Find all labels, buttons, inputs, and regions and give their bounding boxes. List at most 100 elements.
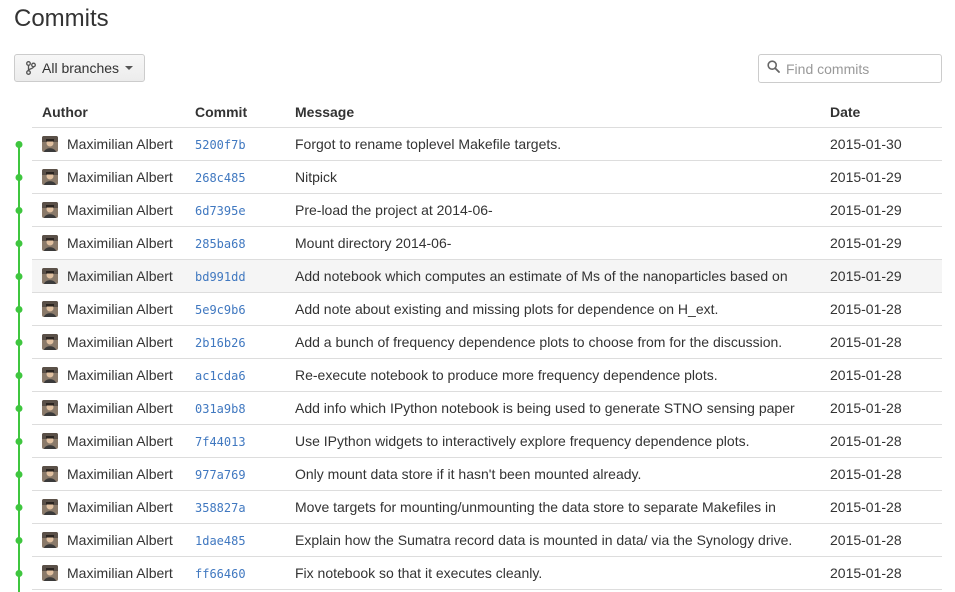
graph-commit-dot bbox=[15, 174, 23, 181]
commit-message[interactable]: Mount directory 2014-06- bbox=[295, 235, 830, 251]
commit-author[interactable]: Maximilian Albert bbox=[32, 136, 195, 152]
commit-author[interactable]: Maximilian Albert bbox=[32, 499, 195, 515]
avatar[interactable] bbox=[42, 433, 58, 449]
graph-commit-dot bbox=[15, 405, 23, 412]
table-row[interactable]: Maximilian Albert bd991dd Add notebook whi… bbox=[32, 260, 942, 293]
avatar[interactable] bbox=[42, 235, 58, 251]
commit-message[interactable]: Add notebook which computes an estimate … bbox=[295, 268, 830, 284]
table-row[interactable]: Maximilian Albert 5e9c9b6 Add note about e… bbox=[32, 293, 942, 326]
author-name[interactable]: Maximilian Albert bbox=[67, 169, 173, 185]
table-header: Author Commit Message Date bbox=[32, 96, 942, 128]
commit-message[interactable]: Add note about existing and missing plot… bbox=[295, 301, 830, 317]
commit-author[interactable]: Maximilian Albert bbox=[32, 400, 195, 416]
avatar[interactable] bbox=[42, 565, 58, 581]
author-name[interactable]: Maximilian Albert bbox=[67, 268, 173, 284]
table-row[interactable]: Maximilian Albert 268c485 Nitpick 2015-01-2… bbox=[32, 161, 942, 194]
commit-message[interactable]: Use IPython widgets to interactively exp… bbox=[295, 433, 830, 449]
graph-commit-dot bbox=[15, 339, 23, 346]
commit-sha-link[interactable]: ff66460 bbox=[195, 567, 246, 581]
commit-sha-link[interactable]: 5e9c9b6 bbox=[195, 303, 246, 317]
table-row[interactable]: Maximilian Albert 5200f7b Forgot to rename… bbox=[32, 128, 942, 161]
avatar[interactable] bbox=[42, 268, 58, 284]
commit-author[interactable]: Maximilian Albert bbox=[32, 532, 195, 548]
commit-date: 2015-01-28 bbox=[830, 466, 902, 482]
avatar[interactable] bbox=[42, 334, 58, 350]
avatar[interactable] bbox=[42, 367, 58, 383]
commit-message[interactable]: Pre-load the project at 2014-06- bbox=[295, 202, 830, 218]
table-row[interactable]: Maximilian Albert ac1cda6 Re-execute noteb… bbox=[32, 359, 942, 392]
commit-sha-link[interactable]: 7f44013 bbox=[195, 435, 246, 449]
table-row[interactable]: Maximilian Albert 285ba68 Mount directory … bbox=[32, 227, 942, 260]
author-name[interactable]: Maximilian Albert bbox=[67, 202, 173, 218]
commit-sha-link[interactable]: 977a769 bbox=[195, 468, 246, 482]
author-name[interactable]: Maximilian Albert bbox=[67, 400, 173, 416]
avatar[interactable] bbox=[42, 136, 58, 152]
author-name[interactable]: Maximilian Albert bbox=[67, 235, 173, 251]
commit-message[interactable]: Only mount data store if it hasn't been … bbox=[295, 466, 830, 482]
commit-author[interactable]: Maximilian Albert bbox=[32, 433, 195, 449]
commit-sha-link[interactable]: 1dae485 bbox=[195, 534, 246, 548]
commit-author[interactable]: Maximilian Albert bbox=[32, 268, 195, 284]
commit-author[interactable]: Maximilian Albert bbox=[32, 202, 195, 218]
author-name[interactable]: Maximilian Albert bbox=[67, 136, 173, 152]
commit-sha-link[interactable]: 358827a bbox=[195, 501, 246, 515]
commit-author[interactable]: Maximilian Albert bbox=[32, 565, 195, 581]
commit-message[interactable]: Re-execute notebook to produce more freq… bbox=[295, 367, 830, 383]
commit-date: 2015-01-28 bbox=[830, 334, 902, 350]
graph-commit-dot bbox=[15, 306, 23, 313]
table-row[interactable]: Maximilian Albert ff66460 Fix notebook so … bbox=[32, 557, 942, 590]
commit-date: 2015-01-29 bbox=[830, 202, 902, 218]
commit-author[interactable]: Maximilian Albert bbox=[32, 466, 195, 482]
commit-sha-link[interactable]: ac1cda6 bbox=[195, 369, 246, 383]
avatar[interactable] bbox=[42, 169, 58, 185]
avatar[interactable] bbox=[42, 532, 58, 548]
commit-date: 2015-01-28 bbox=[830, 499, 902, 515]
find-commits-box[interactable] bbox=[758, 54, 942, 83]
commit-author[interactable]: Maximilian Albert bbox=[32, 169, 195, 185]
author-name[interactable]: Maximilian Albert bbox=[67, 301, 173, 317]
commit-date: 2015-01-28 bbox=[830, 301, 902, 317]
branch-selector-button[interactable]: All branches bbox=[14, 54, 145, 82]
author-name[interactable]: Maximilian Albert bbox=[67, 433, 173, 449]
table-row[interactable]: Maximilian Albert 977a769 Only mount data … bbox=[32, 458, 942, 491]
avatar[interactable] bbox=[42, 400, 58, 416]
commit-sha-link[interactable]: 5200f7b bbox=[195, 138, 246, 152]
commit-date: 2015-01-28 bbox=[830, 400, 902, 416]
table-row[interactable]: Maximilian Albert 2b16b26 Add a bunch of f… bbox=[32, 326, 942, 359]
table-row[interactable]: Maximilian Albert 1dae485 Explain how the … bbox=[32, 524, 942, 557]
find-commits-input[interactable] bbox=[786, 60, 936, 77]
commit-sha-link[interactable]: 031a9b8 bbox=[195, 402, 246, 416]
commit-message[interactable]: Fix notebook so that it executes cleanly… bbox=[295, 565, 830, 581]
author-name[interactable]: Maximilian Albert bbox=[67, 532, 173, 548]
avatar[interactable] bbox=[42, 466, 58, 482]
author-name[interactable]: Maximilian Albert bbox=[67, 466, 173, 482]
commit-sha-link[interactable]: 2b16b26 bbox=[195, 336, 246, 350]
commit-sha-link[interactable]: bd991dd bbox=[195, 270, 246, 284]
commit-message[interactable]: Explain how the Sumatra record data is m… bbox=[295, 532, 830, 548]
commit-sha-link[interactable]: 285ba68 bbox=[195, 237, 246, 251]
table-row[interactable]: Maximilian Albert 7f44013 Use IPython widg… bbox=[32, 425, 942, 458]
commit-author[interactable]: Maximilian Albert bbox=[32, 301, 195, 317]
commit-author[interactable]: Maximilian Albert bbox=[32, 235, 195, 251]
avatar[interactable] bbox=[42, 301, 58, 317]
commit-author[interactable]: Maximilian Albert bbox=[32, 367, 195, 383]
graph-commit-dot bbox=[15, 240, 23, 247]
author-name[interactable]: Maximilian Albert bbox=[67, 334, 173, 350]
avatar[interactable] bbox=[42, 202, 58, 218]
author-name[interactable]: Maximilian Albert bbox=[67, 367, 173, 383]
commit-sha-link[interactable]: 268c485 bbox=[195, 171, 246, 185]
table-row[interactable]: Maximilian Albert 6d7395e Pre-load the pro… bbox=[32, 194, 942, 227]
commit-message[interactable]: Add a bunch of frequency dependence plot… bbox=[295, 334, 830, 350]
commit-author[interactable]: Maximilian Albert bbox=[32, 334, 195, 350]
avatar[interactable] bbox=[42, 499, 58, 515]
commit-sha-link[interactable]: 6d7395e bbox=[195, 204, 246, 218]
commit-message[interactable]: Add info which IPython notebook is being… bbox=[295, 400, 830, 416]
table-row[interactable]: Maximilian Albert 358827a Move targets for… bbox=[32, 491, 942, 524]
commit-message[interactable]: Move targets for mounting/unmounting the… bbox=[295, 499, 830, 515]
commit-message[interactable]: Forgot to rename toplevel Makefile targe… bbox=[295, 136, 830, 152]
author-name[interactable]: Maximilian Albert bbox=[67, 565, 173, 581]
commit-message[interactable]: Nitpick bbox=[295, 169, 830, 185]
commits-page: Commits All branches Author Commit bbox=[0, 0, 955, 592]
author-name[interactable]: Maximilian Albert bbox=[67, 499, 173, 515]
table-row[interactable]: Maximilian Albert 031a9b8 Add info which I… bbox=[32, 392, 942, 425]
